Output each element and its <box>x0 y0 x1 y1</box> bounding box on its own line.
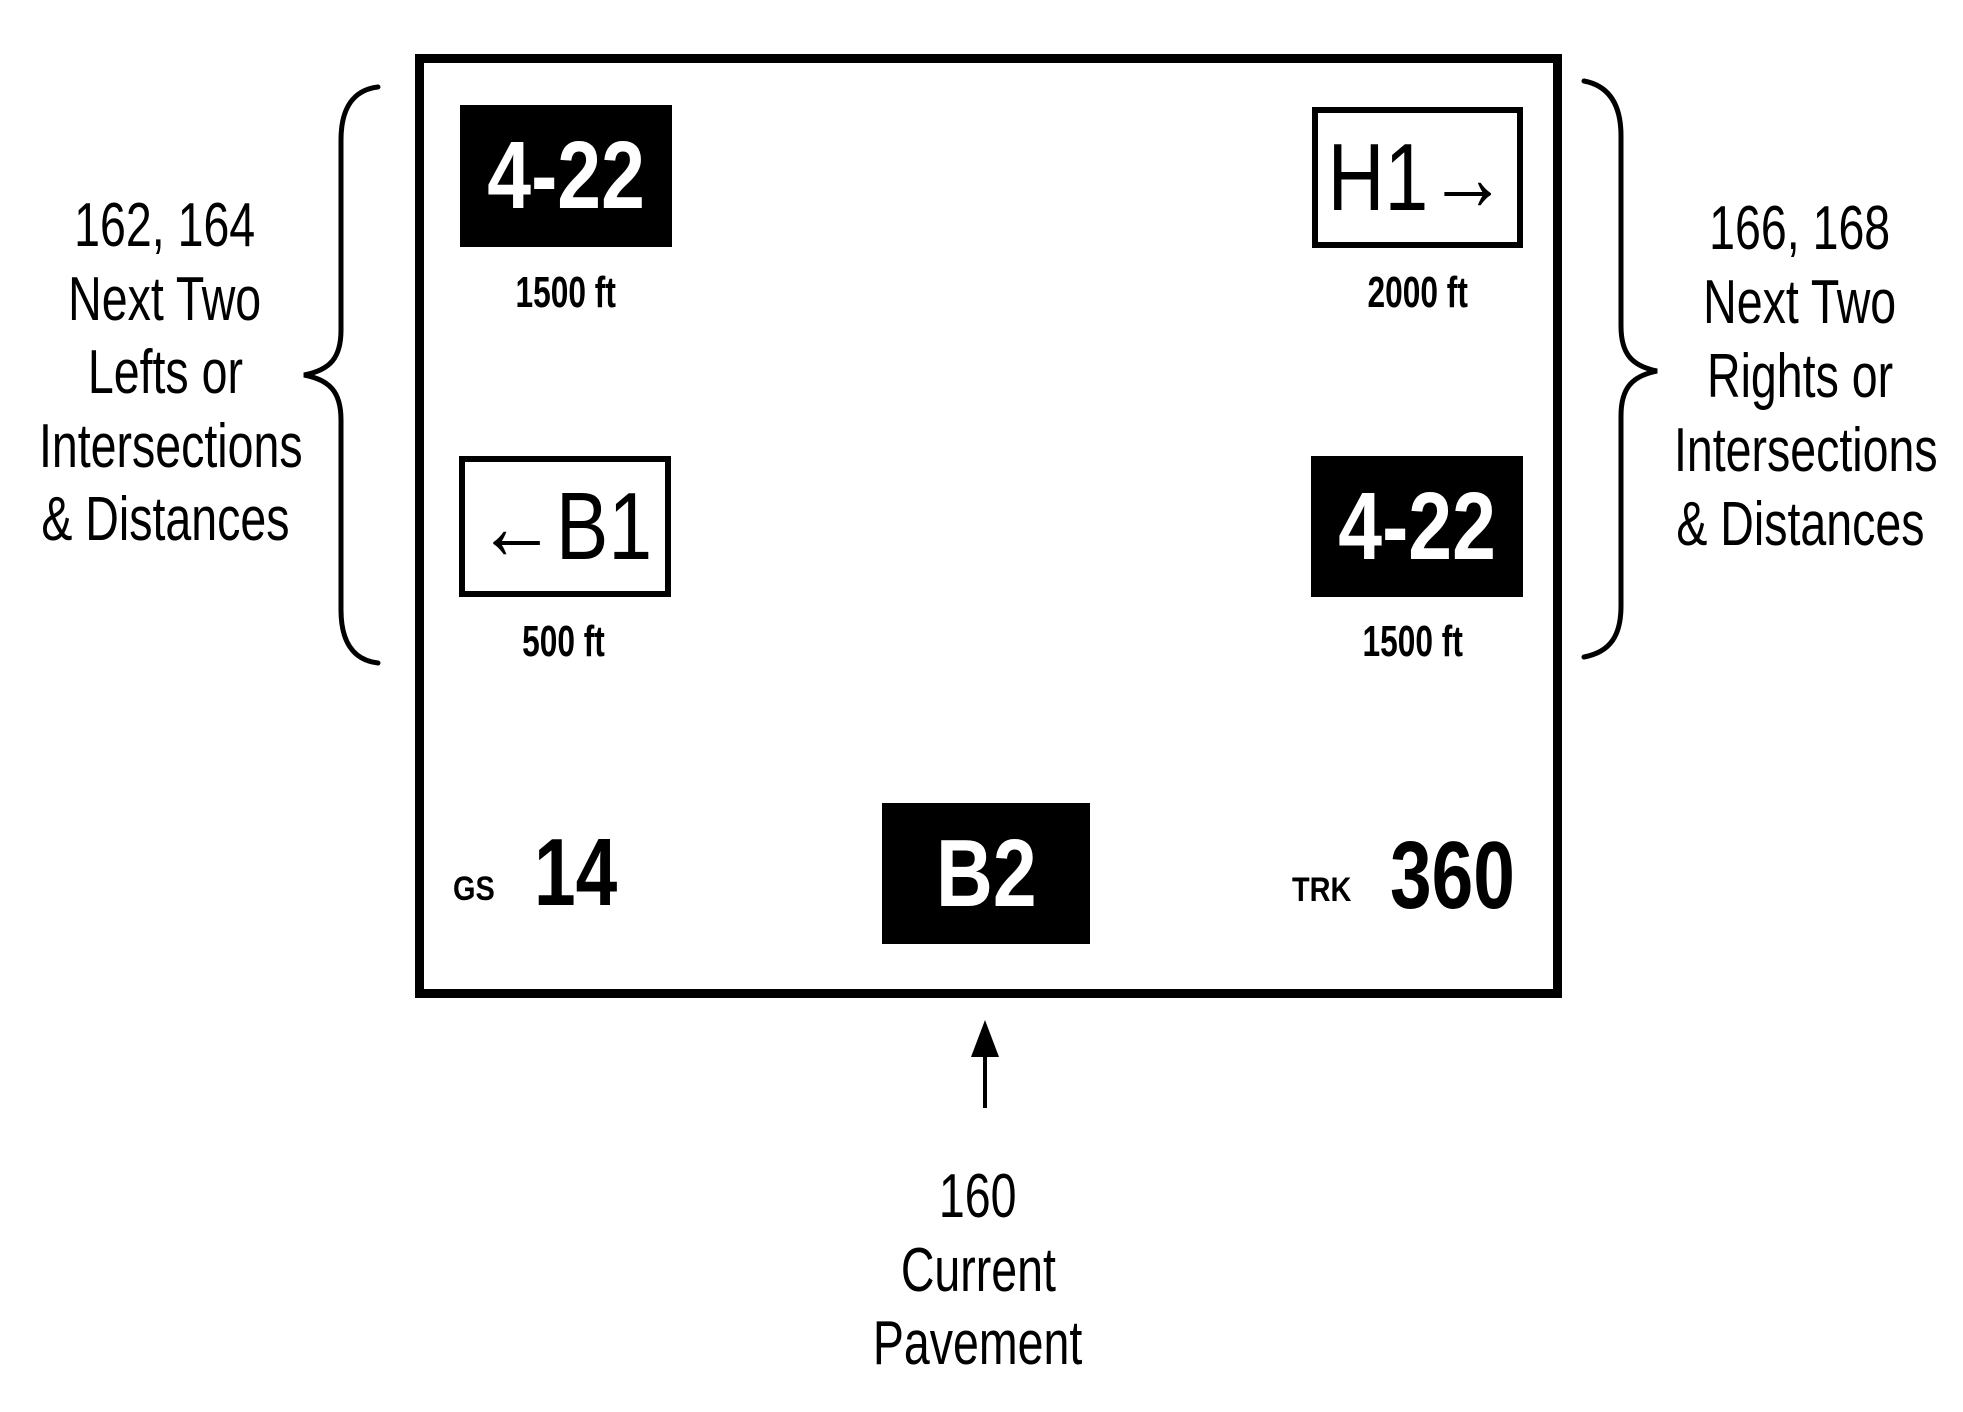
left-sign-2-distance: 500 ft <box>521 617 605 666</box>
current-pavement-sign: B2 <box>882 803 1090 944</box>
right-sign-1-distance: 2000 ft <box>1367 268 1469 317</box>
bottom-callout-line: Pavement <box>873 1309 1083 1378</box>
left-sign-2: ←B1 <box>459 456 671 597</box>
right-sign-2: 4-22 <box>1311 456 1523 597</box>
bottom-callout-line: 160 <box>939 1162 1017 1231</box>
left-callout-line: 162, 164 <box>74 191 256 260</box>
right-sign-1-label: H1→ <box>1327 123 1508 231</box>
ground-speed-label: GS <box>453 870 495 908</box>
right-sign-2-distance: 1500 ft <box>1362 617 1464 666</box>
left-callout-line: Lefts or <box>87 338 243 407</box>
left-sign-2-label: ←B1 <box>477 472 653 580</box>
right-callout-line: Intersections <box>1673 416 1938 485</box>
left-callout-line: Next Two <box>68 265 262 334</box>
right-callout-line: 166, 168 <box>1709 194 1891 263</box>
right-sign-1: H1→ <box>1312 107 1523 248</box>
ground-speed-value: 14 <box>534 819 618 926</box>
track-value: 360 <box>1390 822 1515 929</box>
left-sign-1-label: 4-22 <box>487 122 645 229</box>
left-callout-line: & Distances <box>40 485 290 554</box>
right-callout-line: Rights or <box>1706 342 1894 411</box>
current-pavement-label: B2 <box>935 819 1037 927</box>
left-sign-1: 4-22 <box>460 105 672 247</box>
right-callout-line: Next Two <box>1703 268 1897 337</box>
right-sign-2-label: 4-22 <box>1338 472 1496 580</box>
right-callout-line: & Distances <box>1675 490 1925 559</box>
left-sign-1-distance: 1500 ft <box>515 268 617 317</box>
up-arrow-icon <box>971 1020 999 1057</box>
left-callout-line: Intersections <box>38 412 303 481</box>
track-label: TRK <box>1292 871 1352 909</box>
bottom-callout-line: Current <box>900 1236 1056 1305</box>
